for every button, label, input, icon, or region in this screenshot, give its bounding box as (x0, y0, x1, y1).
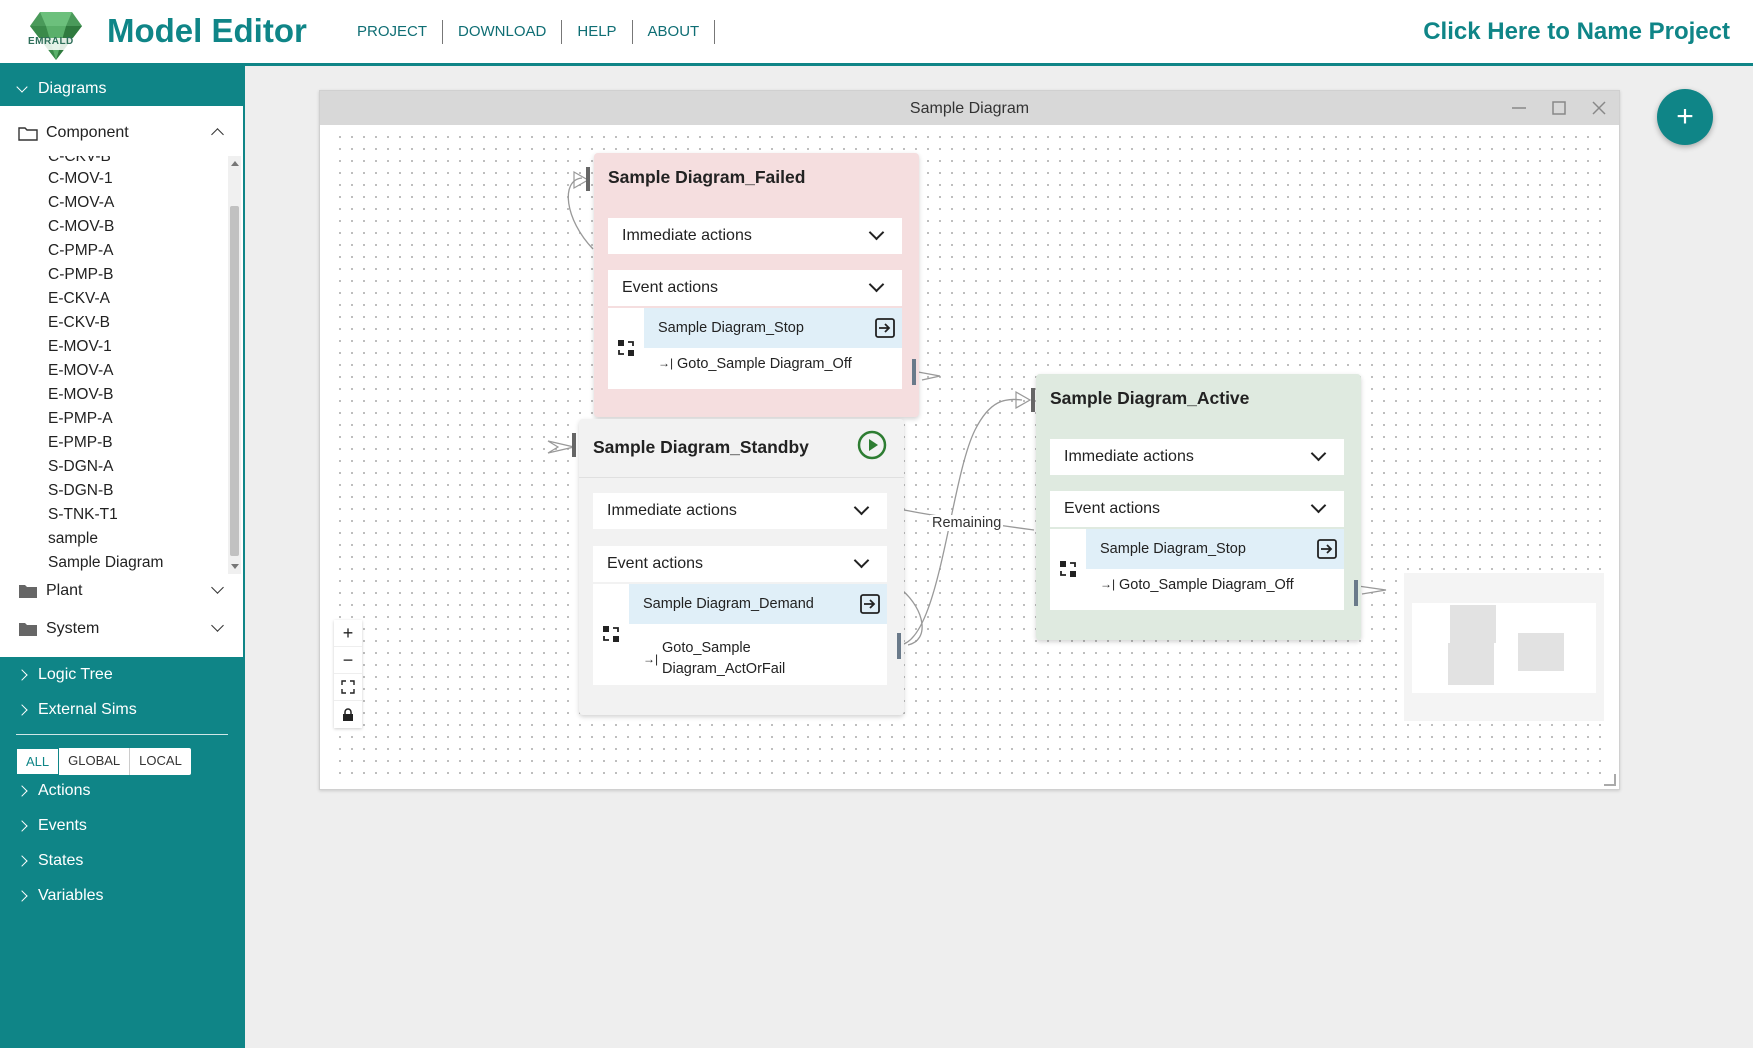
lock-button[interactable] (334, 701, 362, 728)
immediate-actions-label: Immediate actions (607, 502, 737, 519)
zoom-controls: + − (334, 620, 362, 728)
minimap-node (1450, 605, 1496, 643)
state-node-standby[interactable]: Sample Diagram_Standby Immediate actions… (572, 419, 904, 715)
output-port[interactable] (1354, 580, 1358, 606)
edge-active-out (1357, 585, 1387, 595)
chevron-down-icon (1310, 497, 1327, 514)
lock-icon (343, 707, 353, 721)
arrow-standby-in (547, 440, 575, 454)
event-name-label: Sample Diagram_Stop (1100, 541, 1246, 557)
event-actions-dropdown[interactable]: Event actions (608, 270, 902, 306)
input-port[interactable] (586, 167, 590, 191)
state-title: Sample Diagram_Active (1050, 388, 1250, 408)
output-port[interactable] (912, 359, 916, 385)
goto-action[interactable]: →| Goto_Sample Diagram_Off (1086, 577, 1344, 593)
event-name-label: Sample Diagram_Demand (643, 596, 814, 612)
immediate-actions-label: Immediate actions (1064, 448, 1194, 465)
goto-action-label-line2: Diagram_ActOrFail (662, 661, 786, 677)
exit-icon[interactable] (859, 593, 881, 615)
state-title: Sample Diagram_Failed (608, 167, 806, 187)
event-box: Sample Diagram_Demand →| Goto_Sample Dia… (593, 584, 887, 685)
output-port[interactable] (897, 633, 901, 659)
state-title: Sample Diagram_Standby (593, 437, 809, 457)
event-box: Sample Diagram_Stop →| Goto_Sample Diagr… (608, 308, 902, 389)
immediate-actions-dropdown[interactable]: Immediate actions (593, 493, 887, 529)
state-node-failed[interactable]: Sample Diagram_Failed Immediate actions … (586, 153, 919, 417)
chevron-down-icon (1310, 445, 1327, 462)
event-name[interactable]: Sample Diagram_Demand (629, 584, 887, 624)
goto-action-label: Goto_Sample Diagram_Off (677, 356, 852, 372)
goto-icon: →| (1100, 577, 1116, 591)
exit-icon[interactable] (1316, 538, 1338, 560)
goto-action[interactable]: →| Goto_Sample Diagram_ActOrFail (629, 638, 887, 680)
swap-icon[interactable] (601, 624, 621, 644)
input-port[interactable] (572, 433, 576, 457)
minimap-node (1448, 643, 1494, 685)
add-button[interactable]: + (1657, 89, 1713, 145)
event-box: Sample Diagram_Stop →| Goto_Sample Diagr… (1050, 529, 1344, 610)
goto-action[interactable]: →| Goto_Sample Diagram_Off (644, 356, 902, 372)
event-actions-dropdown[interactable]: Event actions (593, 546, 887, 582)
event-name[interactable]: Sample Diagram_Stop (1086, 529, 1344, 569)
event-actions-label: Event actions (1064, 500, 1161, 517)
goto-action-label-line1: Goto_Sample (662, 640, 751, 656)
chevron-down-icon (853, 499, 870, 516)
chevron-down-icon (868, 224, 885, 241)
zoom-in-button[interactable]: + (334, 620, 362, 647)
exit-icon[interactable] (874, 317, 896, 339)
event-name-label: Sample Diagram_Stop (658, 320, 804, 336)
zoom-out-button[interactable]: − (334, 647, 362, 674)
chevron-down-icon (853, 552, 870, 569)
play-icon[interactable] (857, 430, 887, 460)
edge-failed-out (917, 371, 941, 381)
immediate-actions-dropdown[interactable]: Immediate actions (1050, 439, 1344, 475)
immediate-actions-dropdown[interactable]: Immediate actions (608, 218, 902, 254)
event-actions-label: Event actions (622, 279, 719, 296)
goto-action-label: Goto_Sample Diagram_Off (1119, 577, 1294, 593)
edge-demand-loop (901, 589, 923, 646)
goto-icon: →| (643, 652, 659, 666)
swap-icon[interactable] (616, 338, 636, 358)
minimap-node (1518, 633, 1564, 671)
edge-label-remaining[interactable]: Remaining (930, 515, 1004, 531)
event-actions-dropdown[interactable]: Event actions (1050, 491, 1344, 527)
chevron-down-icon (868, 276, 885, 293)
goto-icon: →| (658, 356, 674, 370)
event-name[interactable]: Sample Diagram_Stop (644, 308, 902, 348)
minimap-viewport (1412, 603, 1596, 693)
input-port[interactable] (1031, 388, 1035, 412)
immediate-actions-label: Immediate actions (622, 227, 752, 244)
title-divider (579, 477, 904, 478)
swap-icon[interactable] (1058, 559, 1078, 579)
event-actions-label: Event actions (607, 555, 704, 572)
minimap[interactable] (1404, 573, 1604, 721)
state-node-active[interactable]: Sample Diagram_Active Immediate actions … (1031, 374, 1361, 640)
fit-screen-button[interactable] (334, 674, 362, 701)
fit-screen-icon (341, 680, 355, 694)
